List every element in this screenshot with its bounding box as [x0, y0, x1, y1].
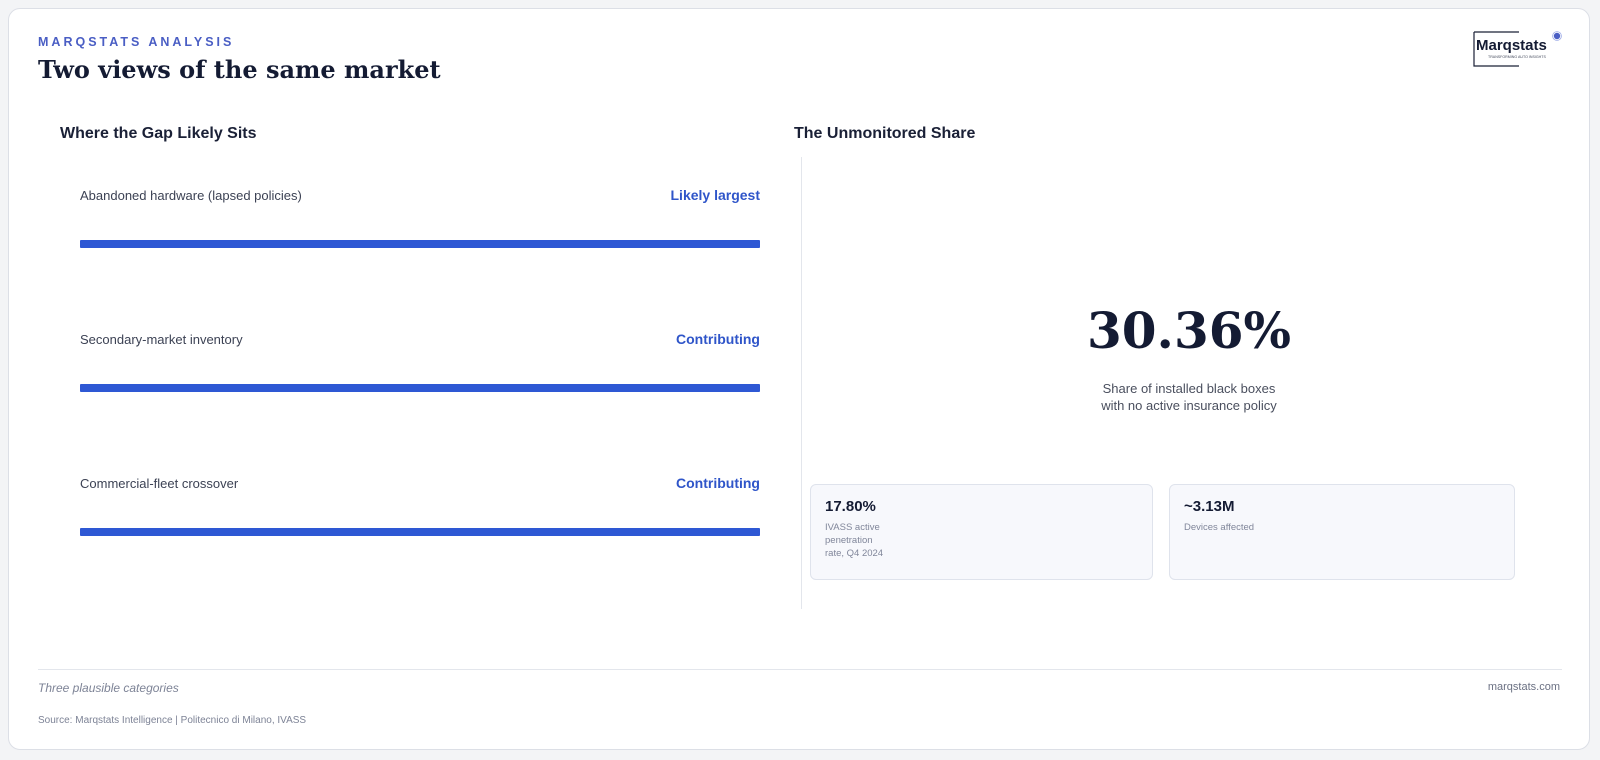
right-panel-title: The Unmonitored Share	[794, 125, 976, 142]
stat-card-devices: ~3.13M Devices affected	[1169, 484, 1515, 580]
gap-row-label: Secondary-market inventory	[80, 332, 243, 347]
gap-row-status: Contributing	[676, 475, 760, 491]
report-card: MARQSTATS ANALYSIS Two views of the same…	[8, 8, 1590, 750]
gap-row-bar	[80, 528, 760, 536]
unmonitored-share-value: 30.36%	[1086, 301, 1292, 360]
gap-row-bar	[80, 240, 760, 248]
logo-tagline: TRANSFORMING AUTO INSIGHTS	[1488, 55, 1546, 59]
source-line: Source: Marqstats Intelligence | Politec…	[38, 715, 307, 726]
caption-line: with no active insurance policy	[1101, 398, 1277, 413]
caption-line: Share of installed black boxes	[1102, 381, 1276, 396]
panel-divider	[801, 157, 802, 609]
gap-row-bar-fill	[80, 528, 760, 536]
stat-card-label: Devices affected	[1184, 522, 1255, 533]
page-title: Two views of the same market	[38, 55, 441, 84]
gap-row-status: Contributing	[676, 331, 760, 347]
gap-row-status: Likely largest	[670, 187, 761, 203]
footer-site-link[interactable]: marqstats.com	[1488, 681, 1560, 693]
left-panel-title: Where the Gap Likely Sits	[60, 125, 257, 142]
stat-card-label: IVASS active penetration rate, Q4 2024	[825, 522, 884, 559]
stat-card-value: ~3.13M	[1184, 498, 1235, 515]
stat-card-value: 17.80%	[825, 498, 876, 515]
marqstats-logo[interactable]: Marqstats TRANSFORMING AUTO INSIGHTS	[1473, 30, 1567, 68]
footer-divider	[38, 669, 1562, 670]
gap-row-label: Abandoned hardware (lapsed policies)	[80, 188, 302, 203]
unmonitored-share-caption: Share of installed black boxes with no a…	[969, 380, 1409, 414]
eyebrow-label: MARQSTATS ANALYSIS	[38, 35, 235, 49]
gap-row-label: Commercial-fleet crossover	[80, 476, 239, 491]
logo-wordmark: Marqstats	[1476, 37, 1547, 54]
gap-row-bar-fill	[80, 240, 760, 248]
stat-card-penetration: 17.80% IVASS active penetration rate, Q4…	[810, 484, 1153, 580]
footer-note: Three plausible categories	[38, 681, 179, 695]
gap-row-bar	[80, 384, 760, 392]
gap-row-bar-fill	[80, 384, 760, 392]
